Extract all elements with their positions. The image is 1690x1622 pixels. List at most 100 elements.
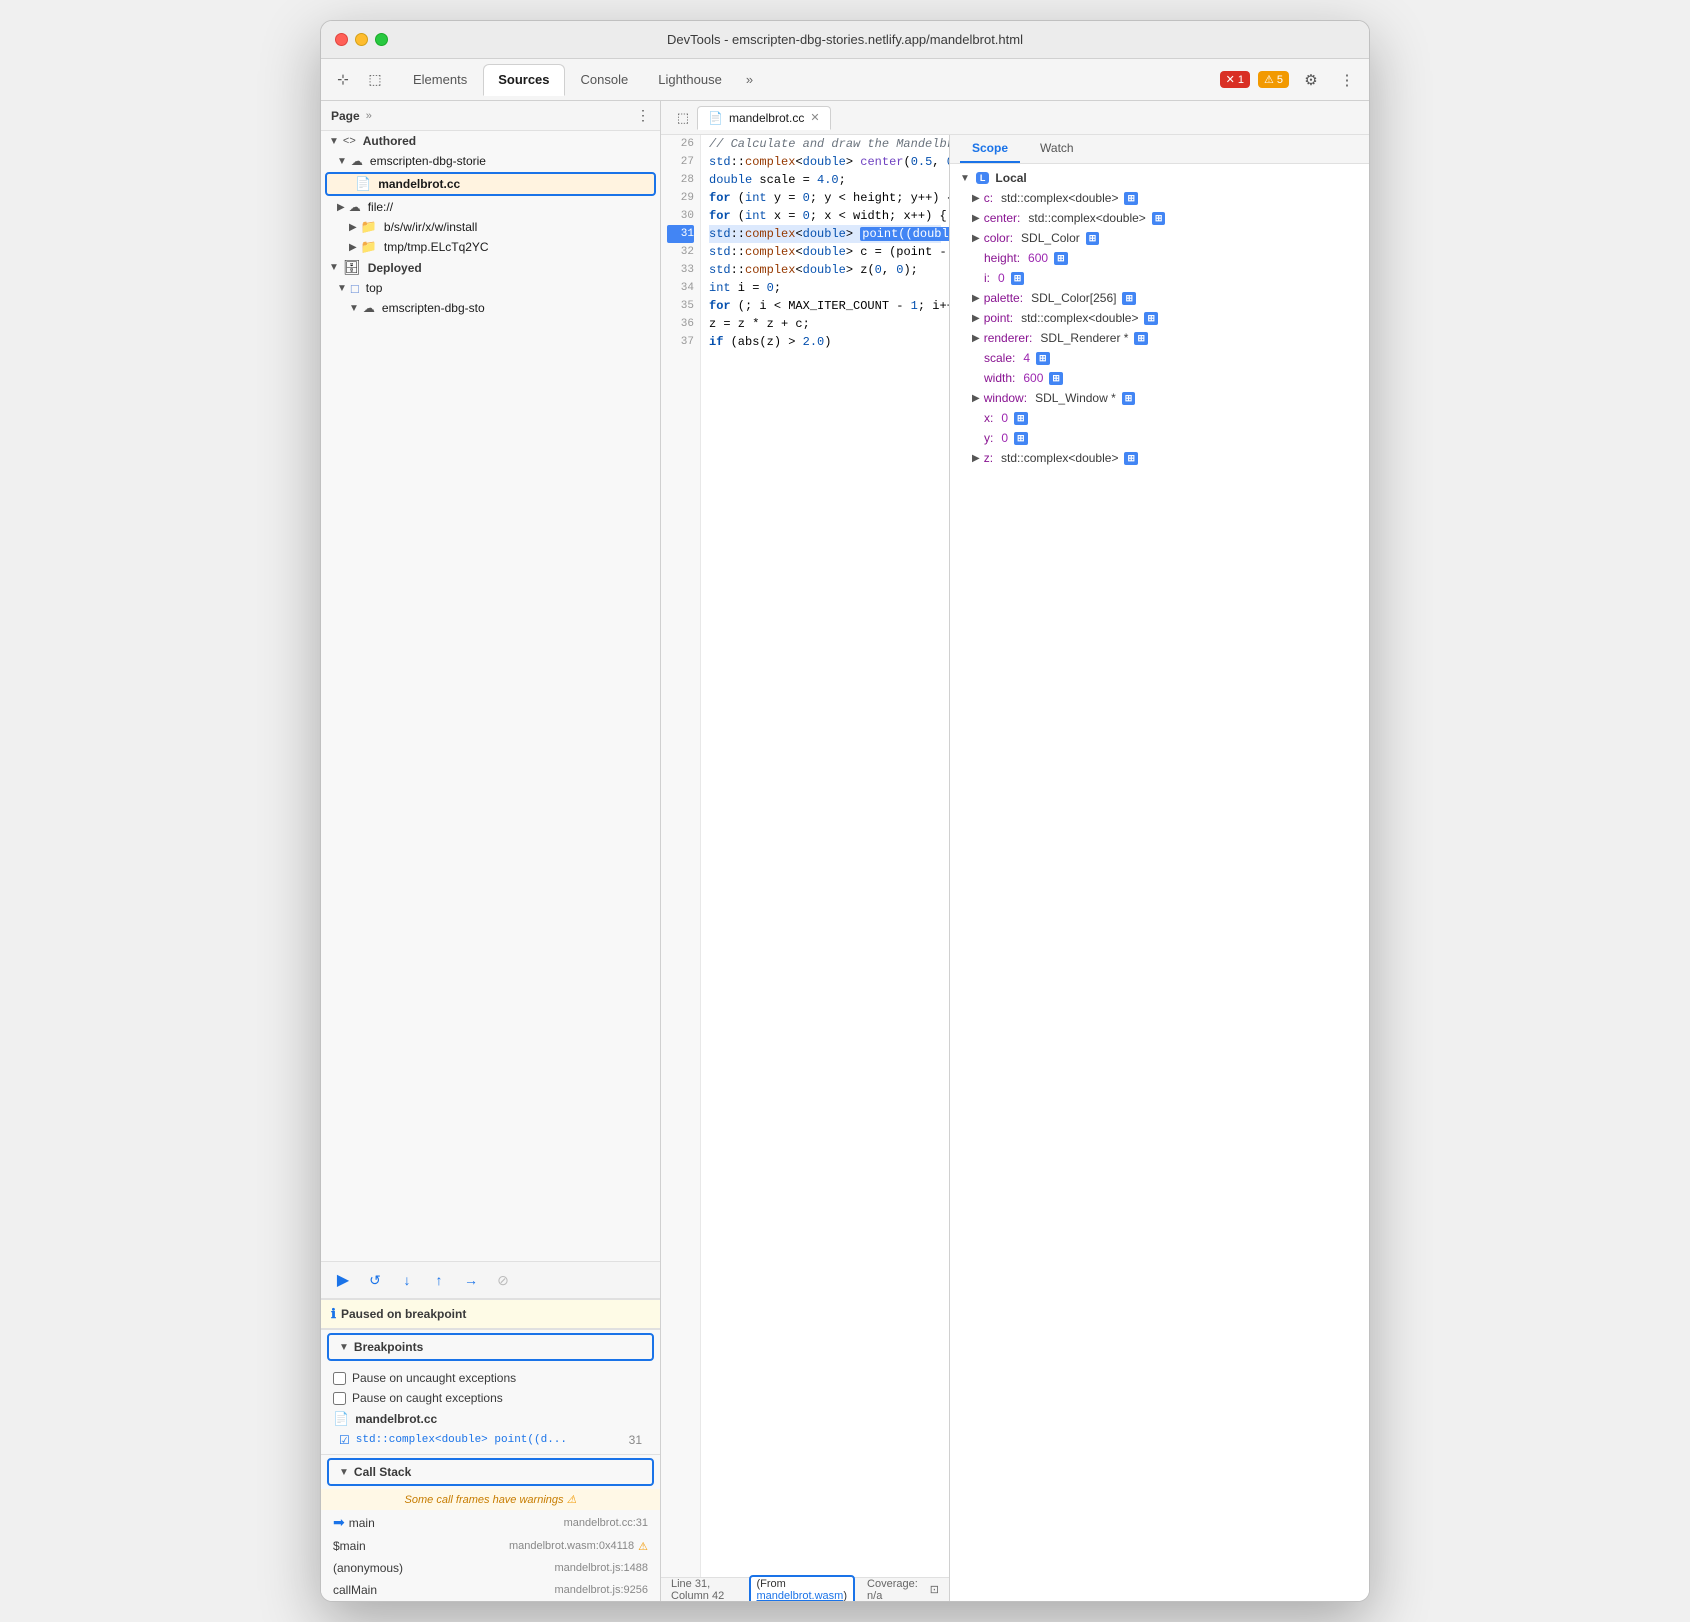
pause-caught-checkbox[interactable]: Pause on caught exceptions — [321, 1388, 660, 1408]
call-frame-callmain[interactable]: callMain mandelbrot.js:9256 — [321, 1579, 660, 1601]
line-num-35[interactable]: 35 — [667, 297, 694, 315]
page-panel-more[interactable]: » — [366, 110, 372, 122]
line-num-30[interactable]: 30 — [667, 207, 694, 225]
pause-uncaught-checkbox[interactable]: Pause on uncaught exceptions — [321, 1368, 660, 1388]
tree-emscripten-deployed[interactable]: ▼ ☁ emscripten-dbg-sto — [321, 298, 660, 318]
panel-action-icon[interactable]: ⋮ — [636, 107, 650, 124]
scope-item-palette[interactable]: ▶ palette: SDL_Color[256] ⊞ — [950, 288, 1369, 308]
scope-item-y: y: 0 ⊞ — [950, 428, 1369, 448]
settings-button[interactable]: ⚙ — [1297, 66, 1325, 94]
call-stack-header[interactable]: ▼ Call Stack — [327, 1458, 654, 1486]
select-tool-icon[interactable]: ⊹ — [329, 66, 357, 94]
prop-value: 0 — [1001, 411, 1008, 425]
line-num-32[interactable]: 32 — [667, 243, 694, 261]
line-num-29[interactable]: 29 — [667, 189, 694, 207]
minimize-button[interactable] — [355, 33, 368, 46]
expand-icon[interactable]: ▶ — [972, 333, 980, 344]
call-frame-anonymous[interactable]: (anonymous) mandelbrot.js:1488 — [321, 1557, 660, 1579]
scope-item-color[interactable]: ▶ color: SDL_Color ⊞ — [950, 228, 1369, 248]
prop-name: palette: — [984, 291, 1023, 305]
bp-file-icon: 📄 — [333, 1411, 349, 1427]
expand-icon[interactable]: ▶ — [972, 213, 980, 224]
tab-lighthouse[interactable]: Lighthouse — [644, 64, 736, 96]
line-num-26[interactable]: 26 — [667, 135, 694, 153]
error-badge[interactable]: ✕ 1 — [1220, 71, 1250, 88]
file-tree: ▼ <> Authored ▼ ☁ emscripten-dbg-storie … — [321, 131, 660, 1261]
warning-text: Some call frames have warnings — [405, 1494, 564, 1506]
frame-name: $main — [333, 1539, 366, 1553]
resume-button[interactable]: ▶ — [331, 1268, 355, 1292]
tab-elements[interactable]: Elements — [399, 64, 481, 96]
step-out-button[interactable]: ↑ — [427, 1268, 451, 1292]
pause-uncaught-input[interactable] — [333, 1372, 346, 1385]
pause-caught-input[interactable] — [333, 1392, 346, 1405]
scope-item-c[interactable]: ▶ c: std::complex<double> ⊞ — [950, 188, 1369, 208]
scope-item-z[interactable]: ▶ z: std::complex<double> ⊞ — [950, 448, 1369, 468]
code-line-32: std::complex<double> c = (point - center… — [709, 243, 941, 261]
line-num-28[interactable]: 28 — [667, 171, 694, 189]
tree-install-folder[interactable]: ▶ 📁 b/s/w/ir/x/w/install — [321, 217, 660, 237]
editor-nav-icon[interactable]: ⬚ — [669, 104, 697, 132]
expand-icon[interactable]: ▶ — [972, 313, 980, 324]
scope-item-point[interactable]: ▶ point: std::complex<double> ⊞ — [950, 308, 1369, 328]
frame-name: (anonymous) — [333, 1561, 403, 1575]
cursor-position: Line 31, Column 42 — [671, 1578, 737, 1602]
scope-item-renderer[interactable]: ▶ renderer: SDL_Renderer * ⊞ — [950, 328, 1369, 348]
prop-value: 4 — [1023, 351, 1030, 365]
tree-deployed[interactable]: ▼ 🗄 Deployed — [321, 257, 660, 278]
tree-emscripten-authored[interactable]: ▼ ☁ emscripten-dbg-storie — [321, 151, 660, 171]
prop-value: 600 — [1028, 251, 1048, 265]
tree-tmp-folder[interactable]: ▶ 📁 tmp/tmp.ELcTq2YC — [321, 237, 660, 257]
code-area[interactable]: 26 27 28 29 30 31 32 33 34 35 36 37 — [661, 135, 949, 1577]
type-icon: ⊞ — [1124, 452, 1138, 465]
line-num-33[interactable]: 33 — [667, 261, 694, 279]
tab-watch[interactable]: Watch — [1028, 135, 1086, 163]
scope-item-center[interactable]: ▶ center: std::complex<double> ⊞ — [950, 208, 1369, 228]
line-num-37[interactable]: 37 — [667, 333, 694, 351]
more-options-button[interactable]: ⋮ — [1333, 66, 1361, 94]
breakpoints-header[interactable]: ▼ Breakpoints — [327, 1333, 654, 1361]
call-frame-main[interactable]: ➡ main mandelbrot.cc:31 — [321, 1510, 660, 1535]
expand-icon[interactable]: ▶ — [972, 233, 980, 244]
tree-top[interactable]: ▼ □ top — [321, 278, 660, 298]
line-num-27[interactable]: 27 — [667, 153, 694, 171]
code-line-36: z = z * z + c; — [709, 315, 941, 333]
line-num-36[interactable]: 36 — [667, 315, 694, 333]
expand-icon[interactable]: ▶ — [972, 453, 980, 464]
prop-name: x: — [984, 411, 993, 425]
expand-icon[interactable]: ▶ — [972, 193, 980, 204]
scope-item-i: i: 0 ⊞ — [950, 268, 1369, 288]
scope-item-window[interactable]: ▶ window: SDL_Window * ⊞ — [950, 388, 1369, 408]
line-num-34[interactable]: 34 — [667, 279, 694, 297]
tree-authored[interactable]: ▼ <> Authored — [321, 131, 660, 151]
scope-tabs: Scope Watch — [950, 135, 1369, 164]
tab-close-button[interactable]: ✕ — [810, 111, 819, 124]
maximize-button[interactable] — [375, 33, 388, 46]
tab-console[interactable]: Console — [567, 64, 643, 96]
editor-file-tab-mandelbrot[interactable]: 📄 mandelbrot.cc ✕ — [697, 106, 831, 130]
scope-local-section[interactable]: ▼ L Local — [950, 168, 1369, 188]
call-frame-smain[interactable]: $main mandelbrot.wasm:0x4118 ⚠ — [321, 1535, 660, 1557]
warning-badge[interactable]: ⚠ 5 — [1258, 71, 1289, 88]
tree-file-protocol[interactable]: ▶ ☁ file:// — [321, 197, 660, 217]
type-icon: ⊞ — [1144, 312, 1158, 325]
step-button[interactable]: → — [459, 1268, 483, 1292]
bp-line-number: 31 — [629, 1433, 642, 1447]
tab-more[interactable]: » — [738, 68, 761, 91]
expand-icon[interactable]: ▶ — [972, 393, 980, 404]
deactivate-breakpoints-button[interactable]: ⊘ — [491, 1268, 515, 1292]
breakpoint-entry[interactable]: ☑ std::complex<double> point((d... 31 — [321, 1430, 660, 1450]
wasm-link[interactable]: mandelbrot.wasm — [757, 1590, 844, 1602]
coverage-icon[interactable]: ⊡ — [930, 1583, 939, 1596]
tab-scope[interactable]: Scope — [960, 135, 1020, 163]
line-num-31[interactable]: 31 — [667, 225, 694, 243]
inspect-icon[interactable]: ⬚ — [361, 66, 389, 94]
tab-sources[interactable]: Sources — [483, 64, 564, 96]
chevron-icon: ▼ — [339, 1467, 349, 1478]
chevron-icon: ▼ — [337, 283, 347, 294]
step-into-button[interactable]: ↓ — [395, 1268, 419, 1292]
step-over-button[interactable]: ↺ — [363, 1268, 387, 1292]
tree-file-mandelbrot-cc[interactable]: 📄 mandelbrot.cc — [325, 172, 656, 196]
close-button[interactable] — [335, 33, 348, 46]
expand-icon[interactable]: ▶ — [972, 293, 980, 304]
